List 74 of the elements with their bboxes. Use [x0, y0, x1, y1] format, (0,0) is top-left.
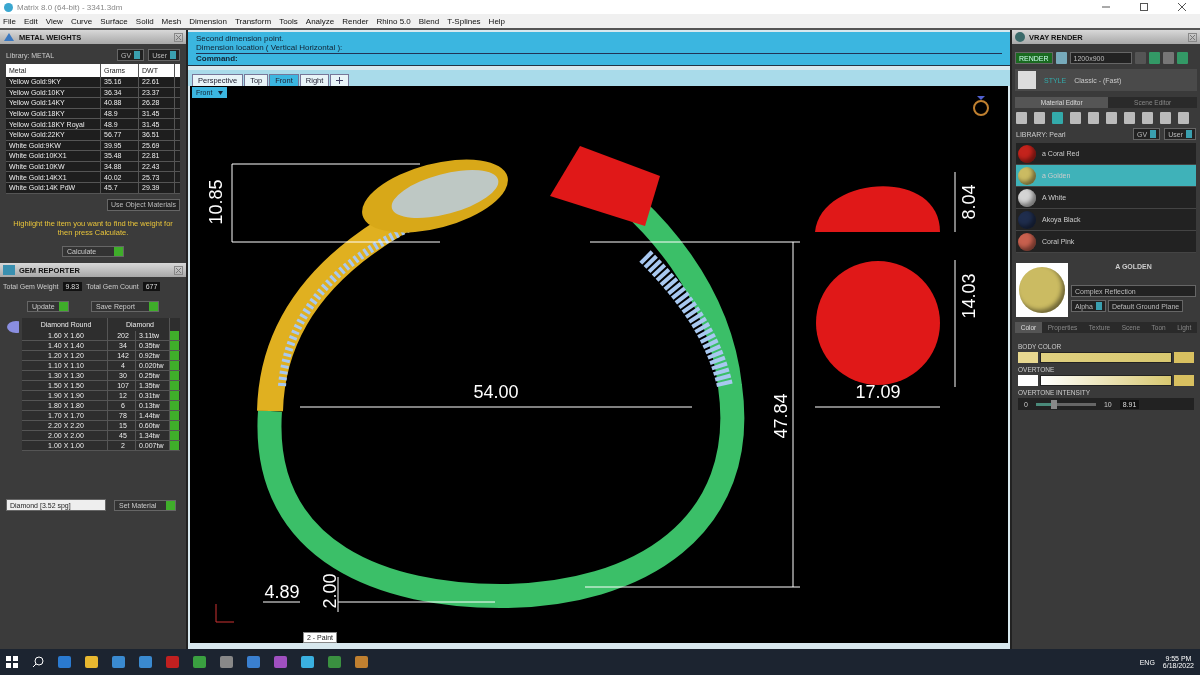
menu-item[interactable]: Analyze [305, 16, 335, 26]
gem-icon [3, 265, 15, 276]
taskbar-app-icon[interactable] [58, 656, 71, 668]
toolbar-icon[interactable] [1148, 52, 1160, 64]
dimension-value: 2.00 [320, 573, 340, 609]
menu-item[interactable]: View [45, 16, 63, 26]
command-prompt[interactable]: Command: [196, 53, 1002, 63]
caret-icon [218, 90, 224, 95]
scale-icon [3, 32, 15, 42]
add-tab-button[interactable] [330, 74, 350, 86]
menu-item[interactable]: Render [342, 16, 369, 26]
material-type-icon[interactable] [1034, 112, 1045, 124]
menu-item[interactable]: T-Splines [447, 16, 481, 26]
menu-item[interactable]: File [3, 16, 16, 26]
window-title: Matrix 8.0 (64-bit) - 3341.3dm [17, 2, 123, 12]
menu-item[interactable]: Dimension [189, 16, 227, 26]
vray-logo-icon [1015, 32, 1025, 42]
material-type-icon[interactable] [1070, 112, 1081, 124]
plus-icon [336, 77, 344, 84]
material-preview [1016, 263, 1068, 317]
menu-item[interactable]: Surface [100, 16, 128, 26]
material-type-icon[interactable] [1106, 112, 1117, 124]
dimension-value: 8.04 [959, 184, 979, 220]
menu-item[interactable]: Solid [135, 16, 154, 26]
material-type-icon[interactable] [1142, 112, 1153, 124]
dimension-value: 54.00 [473, 382, 519, 402]
taskbar-app-icon[interactable] [274, 656, 287, 668]
taskbar-app-icon[interactable] [139, 656, 152, 668]
taskbar-app-icon[interactable] [112, 656, 125, 668]
intensity-slider[interactable] [1035, 402, 1096, 406]
app-logo-icon [4, 2, 13, 12]
body-color-gradient[interactable] [1018, 352, 1194, 363]
dimension-line [954, 171, 956, 233]
dimension-value: 4.89 [264, 582, 300, 602]
command-history-line: Dimension location ( Vertical Horizontal ): [196, 43, 344, 52]
menu-item[interactable]: Tools [279, 16, 298, 26]
taskbar-app-icon[interactable] [220, 656, 233, 668]
close-icon[interactable] [1178, 3, 1186, 11]
menu-item[interactable]: Mesh [161, 16, 182, 26]
taskbar-app-icon[interactable] [247, 656, 260, 668]
ring-view-icon [973, 96, 989, 116]
maximize-icon[interactable] [1140, 3, 1148, 11]
material-type-icon[interactable] [1160, 112, 1171, 124]
material-type-icon[interactable] [1178, 112, 1189, 124]
material-type-icon[interactable] [1052, 112, 1063, 124]
render-settings-icon[interactable] [1055, 52, 1067, 64]
dimension-value: 47.84 [771, 393, 791, 439]
material-type-icon[interactable] [1088, 112, 1099, 124]
material-type-icon[interactable] [1124, 112, 1135, 124]
menu-item[interactable]: Help [488, 16, 506, 26]
menu-item[interactable]: Rhino 5.0 [376, 16, 411, 26]
taskbar-app-icon[interactable] [85, 656, 98, 668]
menu-item[interactable]: Blend [418, 16, 440, 26]
taskbar-app-icon[interactable] [301, 656, 314, 668]
menu-item[interactable]: Transform [234, 16, 272, 26]
dimension-value: 10.85 [206, 179, 226, 225]
overtone-gradient[interactable] [1018, 375, 1194, 386]
taskbar-app-icon[interactable] [166, 656, 179, 668]
dimension-line [262, 601, 301, 603]
search-icon[interactable] [32, 656, 44, 668]
minimize-icon[interactable] [1102, 3, 1110, 11]
windows-start-icon[interactable] [6, 656, 18, 668]
menu-item[interactable]: Edit [23, 16, 38, 26]
taskbar-app-icon[interactable] [328, 656, 341, 668]
menu-item[interactable]: Curve [70, 16, 93, 26]
style-thumbnail-icon [1018, 71, 1036, 89]
taskbar-app-icon[interactable] [193, 656, 206, 668]
material-type-icon[interactable] [1016, 112, 1027, 124]
taskbar-app-icon[interactable] [355, 656, 368, 668]
dimension-value: 14.03 [959, 273, 979, 319]
axis-icon [215, 603, 235, 623]
dimension-value: 17.09 [855, 382, 901, 402]
command-history-line: Second dimension point. [196, 34, 285, 43]
toolbar-icon[interactable] [1176, 52, 1188, 64]
